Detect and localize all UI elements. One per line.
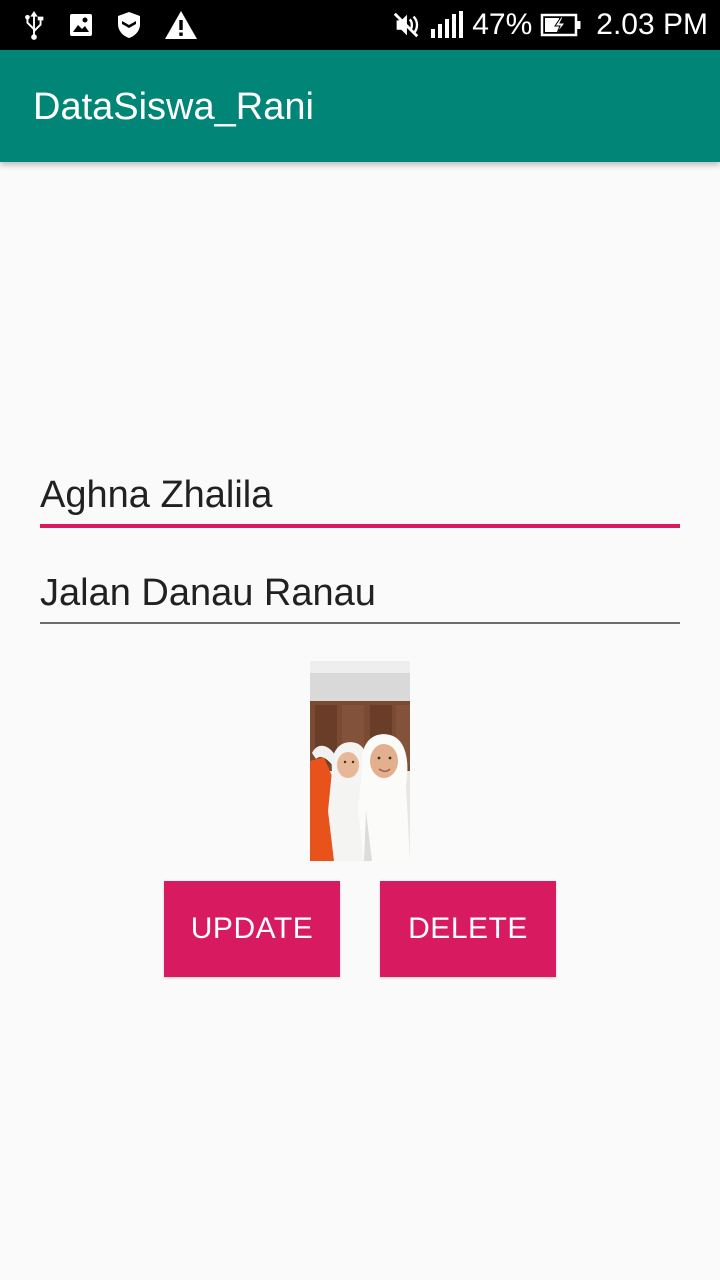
address-field-underline [40, 622, 680, 624]
name-field-underline [40, 524, 680, 528]
address-field[interactable]: Jalan Danau Ranau [40, 570, 680, 630]
status-right-icons: 47% 2.03 PM [390, 8, 708, 42]
usb-icon [25, 10, 44, 40]
status-time: 2.03 PM [596, 8, 708, 41]
image-icon [70, 14, 92, 36]
address-field-value[interactable]: Jalan Danau Ranau [40, 570, 680, 616]
warning-icon [165, 11, 197, 39]
update-button[interactable]: UPDATE [164, 881, 340, 977]
shield-icon [118, 12, 140, 38]
name-field-value[interactable]: Aghna Zhalila [40, 472, 680, 518]
signal-icon [431, 11, 464, 38]
screen: 47% 2.03 PM DataSiswa_Rani Aghna Zhalila… [0, 0, 720, 1280]
battery-percentage: 47% [472, 8, 533, 41]
app-title: DataSiswa_Rani [33, 86, 314, 128]
battery-charging-icon [541, 13, 581, 37]
status-left-icons [22, 8, 198, 42]
status-bar: 47% 2.03 PM [0, 0, 720, 50]
name-field[interactable]: Aghna Zhalila [40, 472, 680, 532]
student-photo-image [310, 661, 410, 861]
mute-icon [393, 12, 419, 38]
app-bar: DataSiswa_Rani [0, 50, 720, 162]
student-photo[interactable] [310, 661, 410, 861]
delete-button[interactable]: DELETE [380, 881, 556, 977]
